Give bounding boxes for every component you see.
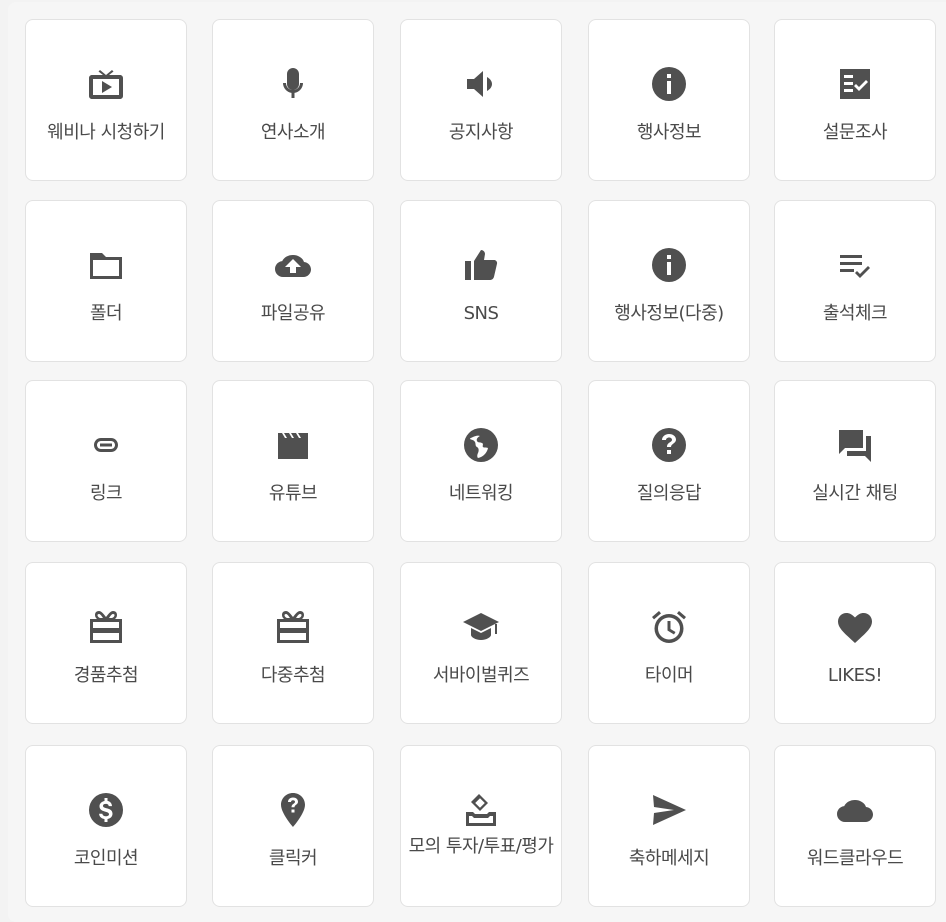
tile-9[interactable]: 행사정보(다중) [588, 200, 750, 362]
tile-10[interactable]: 출석체크 [774, 200, 936, 362]
tile-label: 코인미션 [73, 848, 139, 869]
tile-label: 출석체크 [822, 303, 888, 324]
tile-3[interactable]: 공지사항 [400, 19, 562, 181]
tile-18[interactable]: 서바이벌퀴즈 [400, 562, 562, 724]
tile-4[interactable]: 행사정보 [588, 19, 750, 181]
folder-icon [84, 243, 128, 287]
tile-label: 네트워킹 [448, 483, 514, 504]
tv-play-icon [84, 62, 128, 106]
tile-label: 다중추첨 [260, 665, 326, 686]
tile-label: 타이머 [644, 665, 694, 686]
ballot-box-icon [459, 788, 503, 832]
tile-11[interactable]: 링크 [25, 380, 187, 542]
tile-label: 연사소개 [260, 122, 326, 143]
tile-2[interactable]: 연사소개 [212, 19, 374, 181]
tile-7[interactable]: 파일공유 [212, 200, 374, 362]
tile-label: 행사정보 [636, 122, 702, 143]
tile-label: 클릭커 [268, 848, 318, 869]
info-icon [647, 243, 691, 287]
tile-15[interactable]: 실시간 채팅 [774, 380, 936, 542]
tile-6[interactable]: 폴더 [25, 200, 187, 362]
tile-13[interactable]: 네트워킹 [400, 380, 562, 542]
tile-20[interactable]: LIKES! [774, 562, 936, 724]
list-check-icon [833, 243, 877, 287]
cloud-icon [833, 788, 877, 832]
chat-icon [833, 423, 877, 467]
tile-label: 서바이벌퀴즈 [432, 665, 530, 686]
tile-label: SNS [463, 303, 499, 324]
graduation-cap-icon [459, 605, 503, 649]
tile-14[interactable]: 질의응답 [588, 380, 750, 542]
tile-label: 설문조사 [822, 122, 888, 143]
tile-8[interactable]: SNS [400, 200, 562, 362]
speaker-icon [459, 62, 503, 106]
microphone-icon [271, 62, 315, 106]
tile-label: 실시간 채팅 [812, 483, 898, 504]
tile-label: 행사정보(다중) [614, 303, 724, 324]
globe-icon [459, 423, 503, 467]
tile-label: 축하메세지 [628, 848, 710, 869]
tile-label: 모의 투자/투표/평가 [408, 836, 554, 857]
tile-22[interactable]: 클릭커 [212, 745, 374, 907]
tile-label: 파일공유 [260, 303, 326, 324]
tile-1[interactable]: 웨비나 시청하기 [25, 19, 187, 181]
tile-16[interactable]: 경품추첨 [25, 562, 187, 724]
tile-label: 링크 [89, 483, 123, 504]
heart-icon [833, 605, 877, 649]
survey-checklist-icon [833, 62, 877, 106]
tile-label: 웨비나 시청하기 [47, 122, 165, 143]
info-icon [647, 62, 691, 106]
tile-25[interactable]: 워드클라우드 [774, 745, 936, 907]
tile-17[interactable]: 다중추첨 [212, 562, 374, 724]
tile-24[interactable]: 축하메세지 [588, 745, 750, 907]
tile-label: 워드클라우드 [806, 848, 904, 869]
cloud-upload-icon [271, 243, 315, 287]
tile-label: 경품추첨 [73, 665, 139, 686]
tile-12[interactable]: 유튜브 [212, 380, 374, 542]
send-icon [647, 788, 691, 832]
tile-label: LIKES! [827, 665, 883, 686]
dollar-coin-icon [84, 788, 128, 832]
tile-label: 공지사항 [448, 122, 514, 143]
gift-card-icon [84, 605, 128, 649]
alarm-clock-icon [647, 605, 691, 649]
tile-21[interactable]: 코인미션 [25, 745, 187, 907]
tile-5[interactable]: 설문조사 [774, 19, 936, 181]
tile-label: 폴더 [89, 303, 123, 324]
question-icon [647, 423, 691, 467]
tile-label: 질의응답 [636, 483, 702, 504]
tile-23[interactable]: 모의 투자/투표/평가 [400, 745, 562, 907]
tile-label: 유튜브 [268, 483, 318, 504]
tile-19[interactable]: 타이머 [588, 562, 750, 724]
map-pin-question-icon [271, 788, 315, 832]
gift-card-icon [271, 605, 315, 649]
clapperboard-icon [271, 423, 315, 467]
link-icon [84, 423, 128, 467]
thumbs-up-icon [459, 243, 503, 287]
